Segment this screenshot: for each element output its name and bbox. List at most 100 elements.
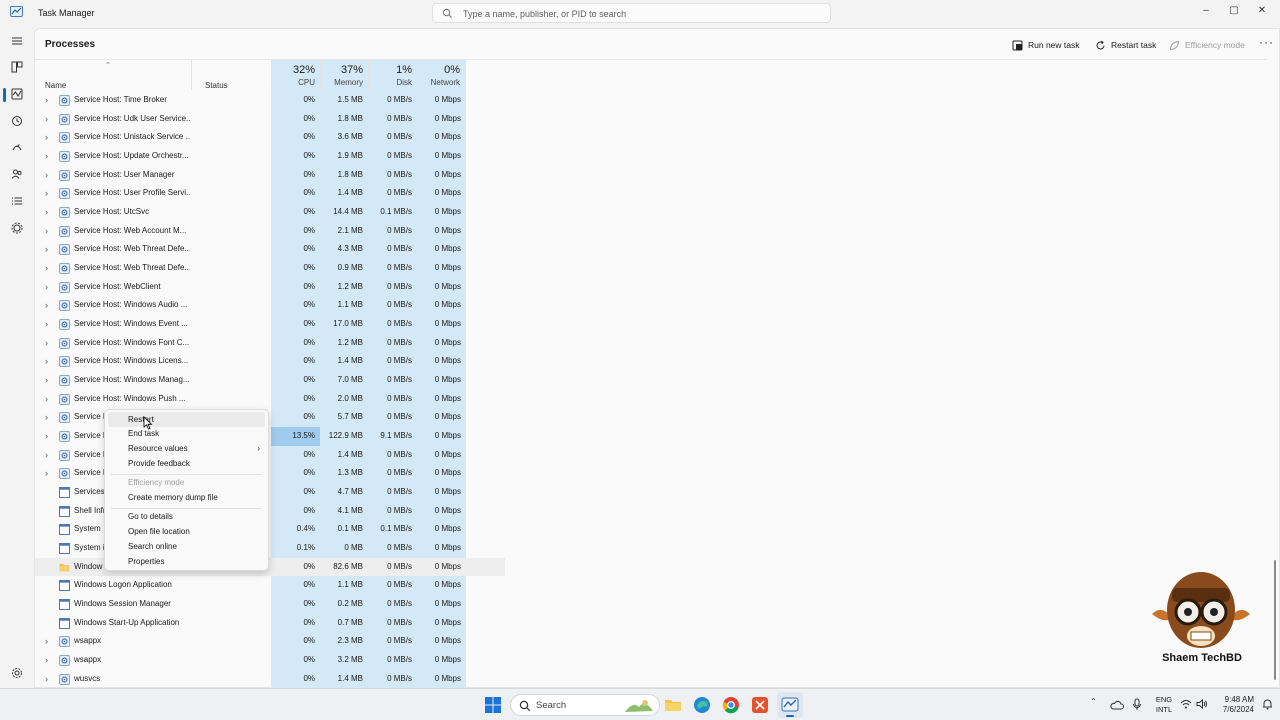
restart-task-button[interactable]: Restart task	[1095, 37, 1156, 53]
efficiency-mode-button[interactable]: Efficiency mode	[1169, 37, 1245, 53]
expand-chevron-icon[interactable]: ›	[45, 390, 55, 409]
chrome-browser-icon[interactable]	[722, 696, 740, 714]
edge-browser-icon[interactable]	[693, 696, 711, 714]
windows-start-icon[interactable]	[484, 696, 502, 714]
process-row[interactable]: › wsappx 0% 2.3 MB 0 MB/s 0 Mbps	[35, 632, 505, 651]
notification-bell-icon[interactable]	[1262, 698, 1273, 710]
process-row[interactable]: › Service Host: User Manager 0% 1.8 MB 0 MB/…	[35, 166, 505, 185]
menu-item-resource-values[interactable]: Resource values ›	[105, 441, 268, 456]
menu-item-end-task[interactable]: End task	[105, 426, 268, 441]
expand-chevron-icon[interactable]: ›	[45, 147, 55, 166]
menu-item-create-dump[interactable]: Create memory dump file	[105, 490, 268, 505]
services-icon[interactable]	[9, 220, 25, 236]
expand-chevron-icon[interactable]: ›	[45, 651, 55, 670]
column-header-network[interactable]: 0% Network	[417, 60, 466, 90]
expand-chevron-icon[interactable]: ›	[45, 670, 55, 689]
onedrive-cloud-icon[interactable]	[1110, 699, 1124, 711]
expand-chevron-icon[interactable]: ›	[45, 632, 55, 651]
expand-chevron-icon[interactable]: ›	[45, 334, 55, 353]
snipping-tool-icon[interactable]	[751, 696, 769, 714]
process-row[interactable]: › Service Host: Windows Push ... 0% 2.0 MB 0…	[35, 390, 505, 409]
chevron-right-icon: ›	[257, 444, 260, 453]
processes-icon[interactable]	[9, 59, 25, 75]
run-new-task-button[interactable]: Run new task	[1012, 37, 1080, 53]
menu-item-provide-feedback[interactable]: Provide feedback	[105, 456, 268, 471]
performance-icon[interactable]	[9, 86, 25, 102]
expand-chevron-icon[interactable]: ›	[45, 203, 55, 222]
expand-chevron-icon[interactable]: ›	[45, 110, 55, 129]
system-clock[interactable]: 9:48 AM 7/6/2024	[1212, 695, 1254, 715]
search-box[interactable]: Type a name, publisher, or PID to search	[432, 3, 831, 23]
column-header-cpu[interactable]: 32% CPU	[271, 60, 320, 90]
process-row[interactable]: Windows Logon Application 0% 1.1 MB 0 MB/s 0…	[35, 576, 505, 595]
menu-item-restart[interactable]: Restart	[108, 412, 265, 427]
app-history-icon[interactable]	[9, 113, 25, 129]
language-indicator[interactable]: ENG INTL	[1153, 695, 1175, 715]
process-row[interactable]: › Service Host: Windows Licens... 0% 1.4 MB…	[35, 352, 505, 371]
more-options-icon[interactable]: ···	[1259, 35, 1274, 49]
expand-chevron-icon[interactable]: ›	[45, 91, 55, 110]
expand-chevron-icon[interactable]: ›	[45, 464, 55, 483]
task-manager-taskbar-button[interactable]	[777, 692, 803, 718]
users-icon[interactable]	[9, 166, 25, 182]
taskbar-search[interactable]: Search	[510, 694, 660, 716]
menu-item-go-to-details[interactable]: Go to details	[105, 509, 268, 524]
process-row[interactable]: › wusvcs 0% 1.4 MB 0 MB/s 0 Mbps	[35, 670, 505, 689]
file-explorer-icon[interactable]	[664, 696, 682, 714]
expand-chevron-icon[interactable]: ›	[45, 296, 55, 315]
expand-chevron-icon[interactable]: ›	[45, 408, 55, 427]
search-input[interactable]: Type a name, publisher, or PID to search	[463, 9, 626, 19]
expand-chevron-icon[interactable]: ›	[45, 184, 55, 203]
column-header-disk[interactable]: 1% Disk	[368, 60, 417, 90]
wifi-icon[interactable]	[1180, 698, 1192, 710]
expand-chevron-icon[interactable]: ›	[45, 427, 55, 446]
process-row[interactable]: › wsappx 0% 3.2 MB 0 MB/s 0 Mbps	[35, 651, 505, 670]
sort-ascending-icon[interactable]: ⌃	[105, 61, 111, 69]
menu-item-properties[interactable]: Properties	[105, 554, 268, 569]
menu-item-efficiency-mode[interactable]: Efficiency mode	[105, 475, 268, 490]
menu-item-open-file-location[interactable]: Open file location	[105, 524, 268, 539]
expand-chevron-icon[interactable]: ›	[45, 166, 55, 185]
expand-chevron-icon[interactable]: ›	[45, 371, 55, 390]
process-row[interactable]: › Service Host: Windows Audio ... 0% 1.1 MB…	[35, 296, 505, 315]
expand-chevron-icon[interactable]: ›	[45, 278, 55, 297]
microphone-icon[interactable]	[1132, 698, 1142, 711]
menu-item-search-online[interactable]: Search online	[105, 539, 268, 554]
process-row[interactable]: › Service Host: WebClient 0% 1.2 MB 0 MB/s 0 …	[35, 278, 505, 297]
process-row[interactable]: › Service Host: Windows Event ... 0% 17.0 M…	[35, 315, 505, 334]
process-row[interactable]: › Service Host: Time Broker 0% 1.5 MB 0 MB/s…	[35, 91, 505, 110]
expand-chevron-icon[interactable]: ›	[45, 446, 55, 465]
process-row[interactable]: › Service Host: Update Orchestr... 0% 1.9 M…	[35, 147, 505, 166]
gear-icon	[59, 412, 70, 424]
process-row[interactable]: › Service Host: UtcSvc 0% 14.4 MB 0.1 MB/s 0 …	[35, 203, 505, 222]
settings-gear-icon[interactable]	[9, 665, 25, 681]
expand-chevron-icon[interactable]: ›	[45, 315, 55, 334]
speaker-icon[interactable]	[1196, 698, 1208, 710]
column-header-status[interactable]: Status	[205, 81, 228, 90]
process-row[interactable]: › Service Host: Windows Font C... 0% 1.2 MB…	[35, 334, 505, 353]
hamburger-menu-icon[interactable]	[9, 33, 25, 49]
expand-chevron-icon[interactable]: ›	[45, 352, 55, 371]
process-row[interactable]: › Service Host: User Profile Servi... 0% 1.…	[35, 184, 505, 203]
column-header-name[interactable]: Name	[45, 81, 66, 90]
search-icon	[442, 8, 452, 18]
expand-chevron-icon[interactable]: ›	[45, 240, 55, 259]
expand-chevron-icon[interactable]: ›	[45, 128, 55, 147]
process-row[interactable]: › Service Host: Web Threat Defe... 0% 4.3 M…	[35, 240, 505, 259]
process-row[interactable]: › Service Host: Udk User Service... 0% 1.8 …	[35, 110, 505, 129]
column-header-memory[interactable]: 37% Memory	[320, 60, 368, 90]
expand-chevron-icon[interactable]: ›	[45, 222, 55, 241]
process-row[interactable]: › Service Host: Web Threat Defe... 0% 0.9 M…	[35, 259, 505, 278]
process-row[interactable]: › Service Host: Web Account M... 0% 2.1 MB 0…	[35, 222, 505, 241]
details-icon[interactable]	[9, 193, 25, 209]
close-button[interactable]: ✕	[1242, 0, 1280, 20]
process-row[interactable]: Windows Session Manager 0% 0.2 MB 0 MB/s 0 M…	[35, 595, 505, 614]
expand-chevron-icon[interactable]: ›	[45, 259, 55, 278]
process-row[interactable]: Windows Start-Up Application 0% 0.7 MB 0 MB…	[35, 614, 505, 633]
chevron-up-icon[interactable]: ⌃	[1090, 697, 1097, 706]
vertical-scrollbar[interactable]	[1274, 560, 1276, 680]
process-row[interactable]: › Service Host: Unistack Service ... 0% 3.6…	[35, 128, 505, 147]
startup-apps-icon[interactable]	[9, 139, 25, 155]
network-cell: 0 Mbps	[434, 617, 461, 627]
process-row[interactable]: › Service Host: Windows Manag... 0% 7.0 MB 0…	[35, 371, 505, 390]
